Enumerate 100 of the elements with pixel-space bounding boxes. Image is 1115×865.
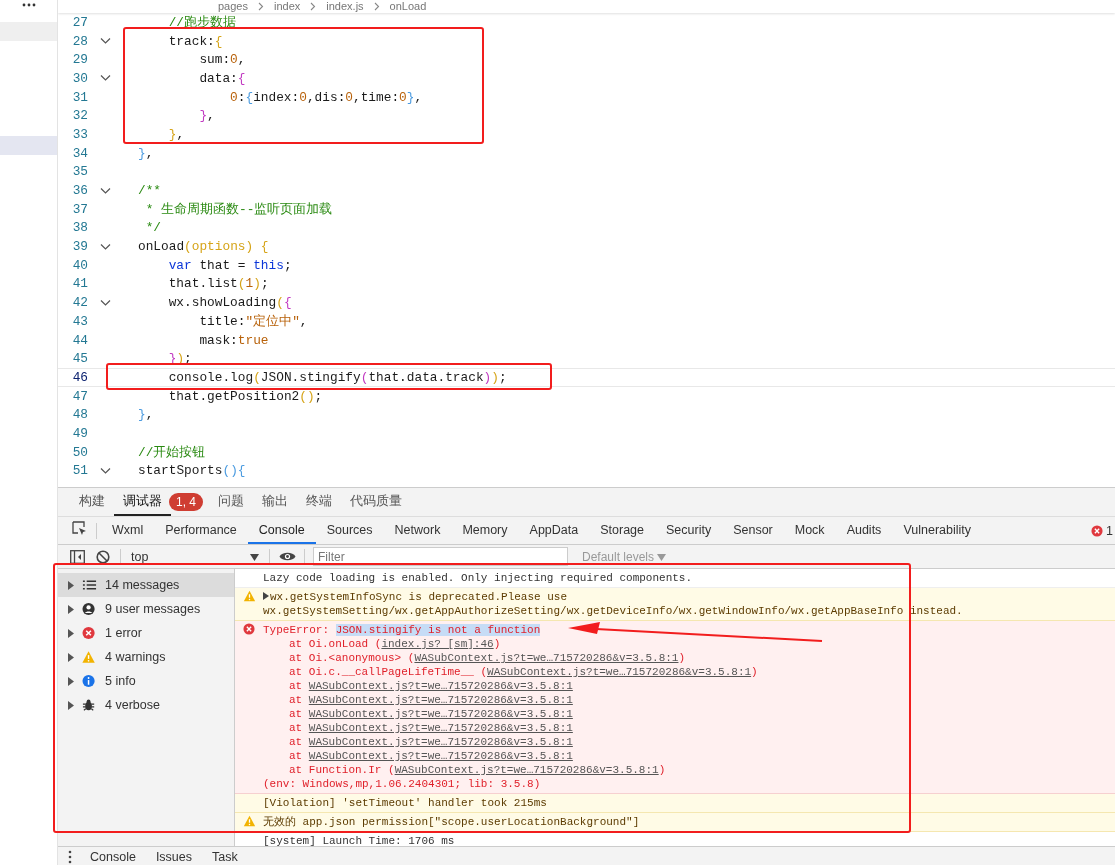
code-line: data:{	[199, 70, 246, 86]
chevron-icon[interactable]	[99, 298, 111, 307]
source-link[interactable]: WASubContext.js?t=we…715720286&v=3.5.8:1	[308, 750, 573, 762]
console-message: 无效的 app.json permission["scope.userLocationBackground"]	[263, 815, 641, 829]
source-link[interactable]: WASubContext.js?t=we…715720286&v=3.5.8:1	[394, 764, 659, 776]
code-line: track:{	[168, 33, 223, 49]
context-dropdown[interactable]: top	[125, 545, 265, 568]
bug-icon	[82, 698, 97, 712]
error-icon	[243, 623, 255, 635]
expand-icon	[68, 700, 74, 710]
devtools-tab[interactable]: Security	[655, 517, 723, 544]
chevron-icon[interactable]	[99, 74, 111, 83]
line-number: 31	[71, 89, 88, 105]
line-number: 42	[71, 295, 88, 311]
line-number: 36	[71, 183, 88, 199]
info-icon	[82, 674, 97, 688]
line-number: 51	[71, 463, 88, 479]
error-count[interactable]: 1	[1106, 523, 1113, 538]
message-filter-item[interactable]: 4 verbose	[58, 693, 234, 717]
line-number: 32	[71, 108, 88, 124]
caret-icon	[657, 553, 667, 561]
code-line: that.list(1);	[168, 276, 269, 292]
code-line: * 生命周期函数--监听页面加载	[144, 200, 333, 218]
chevron-icon[interactable]	[99, 186, 111, 195]
panel-tab[interactable]: 问题	[209, 488, 253, 516]
source-link[interactable]: WASubContext.js?t=we…715720286&v=3.5.8:1	[308, 708, 573, 720]
caret-icon	[250, 553, 259, 561]
drawer-tab[interactable]: Issues	[145, 847, 202, 864]
breadcrumb-item[interactable]: index	[274, 0, 301, 13]
source-link[interactable]: WASubContext.js?t=we…715720286&v=3.5.8:1	[308, 694, 573, 706]
line-number: 39	[71, 239, 88, 255]
breadcrumb-item[interactable]: pages	[218, 0, 248, 13]
devtools-tab[interactable]: Vulnerability	[892, 517, 982, 544]
stack-frame: at Function.Ir (WASubContext.js?t=we…715720286&v=3.5.8:1)	[263, 763, 1107, 777]
source-link[interactable]: WASubContext.js?t=we…715720286&v=3.5.8:1	[487, 666, 752, 678]
code-line: var that = this;	[168, 257, 292, 273]
devtools-tab[interactable]: Network	[383, 517, 452, 544]
inspect-icon	[71, 520, 87, 536]
panel-tab[interactable]: 代码质量	[341, 488, 411, 516]
chevron-icon[interactable]	[99, 466, 111, 475]
stack-frame: at WASubContext.js?t=we…715720286&v=3.5.8:1	[263, 707, 1107, 721]
line-number: 41	[71, 276, 88, 292]
line-number: 40	[71, 257, 88, 273]
console-message: wx.getSystemInfoSync is deprecated.Please use wx.getSystemSetting/wx.getAppAuthorizeSetting/wx.getDeviceInfo/wx.getWindowInfo/wx.getAppBaseInfo instead.	[263, 590, 964, 618]
breadcrumb-item[interactable]: index.js	[326, 0, 364, 13]
chevron-icon[interactable]	[99, 242, 111, 251]
expand-icon	[68, 676, 74, 686]
devtools-tab[interactable]: Memory	[451, 517, 519, 544]
env-info: (env: Windows,mp,1.06.2404301; lib: 3.5.8)	[263, 777, 542, 791]
message-filter-item[interactable]: 5 info	[58, 669, 234, 693]
devtools-tab[interactable]: Storage	[589, 517, 655, 544]
source-link[interactable]: WASubContext.js?t=we…715720286&v=3.5.8:1	[308, 722, 573, 734]
line-number: 27	[71, 14, 88, 30]
source-link[interactable]: index.js? [sm]:46	[381, 638, 494, 650]
console-message: [Violation] 'setTimeout' handler took 215ms	[263, 796, 548, 810]
source-link[interactable]: WASubContext.js?t=we…715720286&v=3.5.8:1	[308, 680, 573, 692]
expand-icon	[68, 652, 74, 662]
message-filter-item[interactable]: 1 error	[58, 621, 234, 645]
devtools-tab[interactable]: Sources	[315, 517, 384, 544]
chevron-icon[interactable]	[99, 37, 111, 46]
more-icon	[68, 850, 72, 864]
code-line: */	[144, 220, 162, 236]
code-line: //开始按钮	[138, 443, 206, 461]
devtools-tab[interactable]: AppData	[518, 517, 590, 544]
line-number: 34	[71, 145, 88, 161]
stack-frame: at WASubContext.js?t=we…715720286&v=3.5.8:1	[263, 749, 1107, 763]
chevron-icon	[373, 2, 380, 11]
message-filter-item[interactable]: 14 messages	[58, 573, 234, 597]
expand-icon	[68, 580, 74, 590]
selected-row	[0, 136, 57, 155]
line-number: 44	[71, 332, 88, 348]
panel-tab[interactable]: 终端	[297, 488, 341, 516]
devtools-tab[interactable]: Mock	[783, 517, 836, 544]
expand-icon[interactable]	[263, 592, 269, 600]
code-line: mask:true	[199, 332, 269, 348]
console-message: [system] Launch Time: 1706 ms	[263, 834, 456, 846]
chevron-icon	[258, 2, 264, 11]
code-line: startSports(){	[138, 463, 246, 479]
error-type: TypeError:	[263, 624, 329, 636]
panel-tab[interactable]: 输出	[253, 488, 297, 516]
drawer-tab[interactable]: Console	[80, 847, 146, 864]
devtools-tab[interactable]: Audits	[835, 517, 893, 544]
line-number: 46	[71, 369, 88, 385]
message-filter-item[interactable]: 9 user messages	[58, 597, 234, 621]
code-line: console.log(JSON.stingify(that.data.track));	[168, 369, 507, 385]
source-link[interactable]: WASubContext.js?t=we…715720286&v=3.5.8:1	[414, 652, 679, 664]
drawer-tab[interactable]: Task	[202, 847, 248, 864]
line-number: 50	[71, 444, 88, 460]
devtools-tab[interactable]: Wxml	[101, 517, 155, 544]
breadcrumb-item[interactable]: onLoad	[389, 0, 427, 13]
devtools-tab[interactable]: Performance	[154, 517, 248, 544]
message-filter-item[interactable]: 4 warnings	[58, 645, 234, 669]
panel-tab[interactable]: 构建	[70, 488, 114, 516]
devtools-tab[interactable]: Sensor	[722, 517, 784, 544]
code-line: },	[168, 126, 185, 142]
line-number: 33	[71, 126, 88, 142]
list-icon	[82, 578, 97, 592]
code-line: },	[138, 407, 154, 423]
line-number: 29	[71, 52, 88, 68]
source-link[interactable]: WASubContext.js?t=we…715720286&v=3.5.8:1	[308, 736, 573, 748]
